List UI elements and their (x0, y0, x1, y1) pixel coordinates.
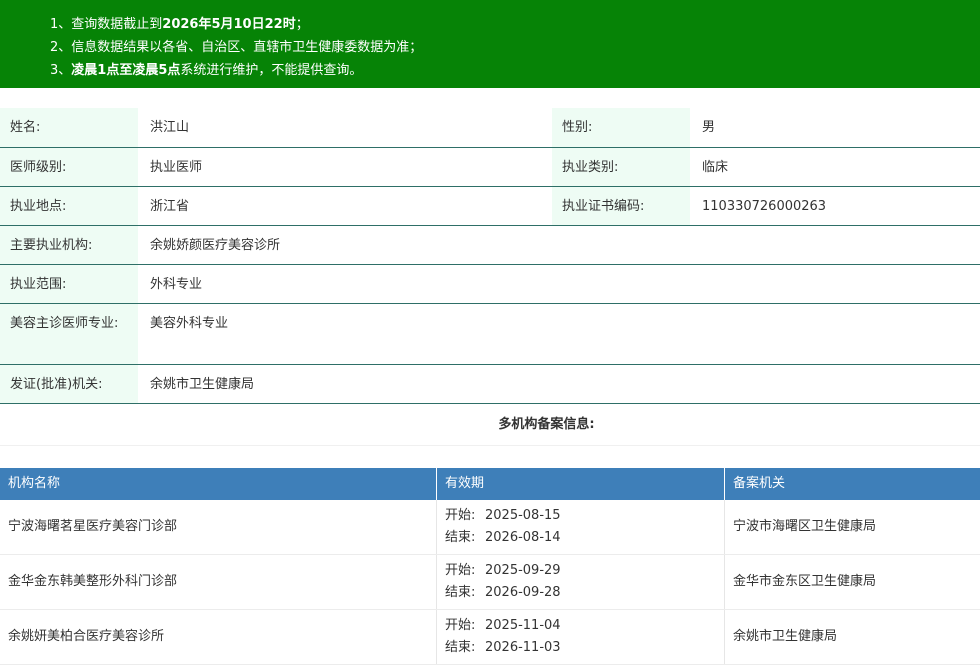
info-row-location: 执业地点: 浙江省 执业证书编码: 110330726000263 (0, 187, 980, 226)
info-row-cosmetic: 美容主诊医师专业: 美容外科专业 (0, 304, 980, 365)
notice-text: ； (295, 17, 309, 32)
end-date: 2026-08-14 (485, 530, 561, 545)
table-row: 金华金东韩美整形外科门诊部 开始: 2025-09-29 结束: 2026-09-2… (0, 555, 980, 610)
doctor-info-table: 姓名: 洪江山 性别: 男 医师级别: 执业医师 执业类别: 临床 执业地点: … (0, 108, 980, 404)
header-authority: 备案机关 (733, 476, 786, 491)
end-date: 2026-09-28 (485, 585, 561, 600)
scope-label: 执业范围: (0, 265, 138, 303)
start-label: 开始: (445, 618, 476, 633)
start-date: 2025-08-15 (485, 508, 561, 523)
org-name: 金华金东韩美整形外科门诊部 (0, 555, 437, 609)
end-label: 结束: (445, 530, 476, 545)
end-date: 2026-11-03 (485, 640, 561, 655)
org-name: 宁波海曙茗星医疗美容门诊部 (0, 500, 437, 554)
institution-value: 余姚娇颜医疗美容诊所 (150, 238, 281, 253)
authority-value: 余姚市卫生健康局 (150, 377, 255, 392)
info-row-level: 医师级别: 执业医师 执业类别: 临床 (0, 148, 980, 187)
cosmetic-label: 美容主诊医师专业: (0, 304, 138, 364)
notice-banner: 1、查询数据截止到2026年5月10日22时； 2、信息数据结果以各省、自治区、… (0, 0, 980, 88)
level-label: 医师级别: (0, 148, 138, 186)
notice-text: 1、查询数据截止到 (50, 17, 163, 32)
gender-value: 男 (702, 120, 716, 135)
notice-line-2: 2、信息数据结果以各省、自治区、直辖市卫生健康委数据为准； (50, 40, 423, 55)
scope-value: 外科专业 (150, 277, 203, 292)
category-label: 执业类别: (552, 148, 690, 186)
info-row-authority: 发证(批准)机关: 余姚市卫生健康局 (0, 365, 980, 404)
level-value: 执业医师 (150, 160, 203, 175)
location-label: 执业地点: (0, 187, 138, 225)
gender-label: 性别: (552, 108, 690, 147)
end-date-line: 结束: 2026-08-14 (445, 527, 724, 549)
filing-authority: 宁波市海曙区卫生健康局 (733, 519, 877, 534)
validity: 开始: 2025-08-15 结束: 2026-08-14 (437, 500, 725, 554)
end-label: 结束: (445, 585, 476, 600)
end-date-line: 结束: 2026-09-28 (445, 582, 724, 604)
filing-authority: 金华市金东区卫生健康局 (733, 574, 877, 589)
notice-bold-text: 凌晨1点至凌晨5点 (71, 63, 181, 78)
multi-institution-table: 机构名称 有效期 备案机关 宁波海曙茗星医疗美容门诊部 开始: 2025-08-1… (0, 468, 980, 665)
header-org: 机构名称 (0, 468, 437, 500)
cert-value: 110330726000263 (702, 199, 827, 214)
info-row-name: 姓名: 洪江山 性别: 男 (0, 108, 980, 148)
category-value: 临床 (702, 160, 729, 175)
notice-text: 系统进行维护，不能提供查询。 (180, 63, 363, 78)
start-date: 2025-09-29 (485, 563, 561, 578)
start-date-line: 开始: 2025-08-15 (445, 505, 724, 527)
start-date-line: 开始: 2025-11-04 (445, 615, 724, 637)
table-header: 机构名称 有效期 备案机关 (0, 468, 980, 500)
end-label: 结束: (445, 640, 476, 655)
multi-institution-title: 多机构备案信息: (0, 404, 980, 446)
end-date-line: 结束: 2026-11-03 (445, 637, 724, 659)
start-label: 开始: (445, 563, 476, 578)
notice-bold-text: 2026年5月10日22时 (162, 17, 296, 32)
notice-line-3: 3、凌晨1点至凌晨5点系统进行维护，不能提供查询。 (0, 59, 980, 82)
notice-line-1: 1、查询数据截止到2026年5月10日22时； (0, 13, 980, 36)
validity: 开始: 2025-09-29 结束: 2026-09-28 (437, 555, 725, 609)
notice-text: 3、 (50, 63, 72, 78)
start-label: 开始: (445, 508, 476, 523)
filing-authority: 余姚市卫生健康局 (733, 629, 838, 644)
cert-label: 执业证书编码: (552, 187, 690, 225)
start-date: 2025-11-04 (485, 618, 561, 633)
table-row: 宁波海曙茗星医疗美容门诊部 开始: 2025-08-15 结束: 2026-08-1… (0, 500, 980, 555)
table-row: 余姚妍美柏合医疗美容诊所 开始: 2025-11-04 结束: 2026-11-03… (0, 610, 980, 665)
name-label: 姓名: (0, 108, 138, 147)
authority-label: 发证(批准)机关: (0, 365, 138, 403)
validity: 开始: 2025-11-04 结束: 2026-11-03 (437, 610, 725, 664)
location-value: 浙江省 (150, 199, 190, 214)
cosmetic-value: 美容外科专业 (150, 316, 229, 331)
start-date-line: 开始: 2025-09-29 (445, 560, 724, 582)
info-row-institution: 主要执业机构: 余姚娇颜医疗美容诊所 (0, 226, 980, 265)
header-validity: 有效期 (437, 468, 725, 500)
institution-label: 主要执业机构: (0, 226, 138, 264)
info-row-scope: 执业范围: 外科专业 (0, 265, 980, 304)
org-name: 余姚妍美柏合医疗美容诊所 (0, 610, 437, 664)
name-value: 洪江山 (150, 120, 190, 135)
